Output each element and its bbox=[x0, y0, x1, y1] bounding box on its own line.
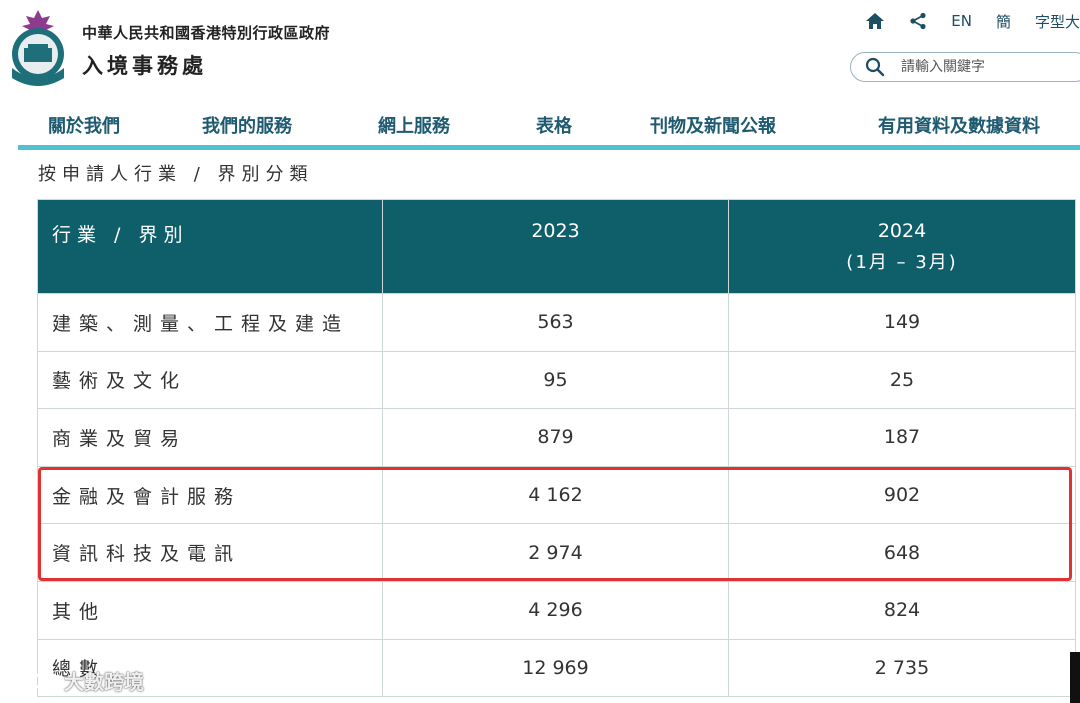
main-navigation: 關於我們 我們的服務 網上服務 表格 刊物及新聞公報 有用資料及數據資料 bbox=[18, 104, 1080, 150]
table-row: 其他 4 296 824 bbox=[37, 580, 1076, 640]
row-value-2023: 95 bbox=[382, 350, 729, 410]
search-icon[interactable] bbox=[865, 57, 885, 77]
row-value-2024: 824 bbox=[728, 580, 1076, 640]
row-value-2024: 648 bbox=[728, 523, 1076, 582]
language-simplified-link[interactable]: 簡 bbox=[984, 11, 1023, 32]
row-value-2023: 879 bbox=[382, 408, 729, 467]
font-size-link[interactable]: 字型大 bbox=[1023, 11, 1080, 32]
watermark: 大數跨境 bbox=[8, 666, 144, 695]
header-2023: 2023 bbox=[382, 199, 729, 294]
row-sector: 建築、測量、工程及建造 bbox=[37, 293, 383, 352]
department-name[interactable]: 入境事務處 bbox=[82, 50, 207, 80]
share-icon[interactable] bbox=[897, 12, 939, 30]
header-2024-year: 2024 bbox=[877, 220, 927, 242]
site-header: 中華人民共和國香港特別行政區政府 入境事務處 EN 簡 字型大 bbox=[0, 0, 1080, 98]
table-row: 藝術及文化 95 25 bbox=[37, 350, 1076, 410]
nav-useful-information[interactable]: 有用資料及數據資料 bbox=[878, 112, 1040, 138]
row-value-2023: 2 974 bbox=[382, 523, 729, 582]
row-sector: 資訊科技及電訊 bbox=[37, 523, 383, 582]
table-row: 商業及貿易 879 187 bbox=[37, 408, 1076, 467]
sector-statistics-table: 行業 / 界別 2023 2024 (1月 – 3月) 建築、測量、工程及建造 … bbox=[37, 199, 1076, 698]
header-2024: 2024 (1月 – 3月) bbox=[728, 199, 1076, 294]
table-row: 資訊科技及電訊 2 974 648 bbox=[37, 523, 1076, 582]
header-sector: 行業 / 界別 bbox=[37, 199, 383, 294]
search-input[interactable] bbox=[901, 59, 1080, 75]
nav-about-us[interactable]: 關於我們 bbox=[48, 112, 120, 138]
table-row: 金融及會計服務 4 162 902 bbox=[37, 465, 1076, 525]
watermark-text: 大數跨境 bbox=[64, 670, 144, 694]
table-row: 建築、測量、工程及建造 563 149 bbox=[37, 293, 1076, 352]
row-value-2024: 187 bbox=[728, 408, 1076, 467]
top-utility-links: EN 簡 字型大 bbox=[853, 8, 1080, 34]
header-2024-period: (1月 – 3月) bbox=[846, 252, 958, 273]
row-sector: 藝術及文化 bbox=[37, 350, 383, 410]
nav-our-services[interactable]: 我們的服務 bbox=[202, 112, 292, 138]
row-value-2024: 2 735 bbox=[728, 638, 1076, 698]
nav-publications-press[interactable]: 刊物及新聞公報 bbox=[650, 112, 776, 138]
row-value-2024: 149 bbox=[728, 293, 1076, 352]
row-sector: 金融及會計服務 bbox=[37, 465, 383, 525]
table-row-total: 總數 12 969 2 735 bbox=[37, 638, 1076, 698]
search-box[interactable] bbox=[850, 52, 1080, 82]
page-title: 按申請人行業 / 界別分類 bbox=[38, 164, 314, 185]
government-name: 中華人民共和國香港特別行政區政府 bbox=[82, 24, 331, 42]
department-emblem-icon[interactable] bbox=[6, 8, 70, 86]
table-header-row: 行業 / 界別 2023 2024 (1月 – 3月) bbox=[37, 199, 1076, 294]
nav-forms[interactable]: 表格 bbox=[536, 112, 572, 138]
row-value-2023: 4 162 bbox=[382, 465, 729, 525]
row-value-2024: 902 bbox=[728, 465, 1076, 525]
row-value-2023: 4 296 bbox=[382, 580, 729, 640]
row-value-2023: 12 969 bbox=[382, 638, 729, 698]
row-value-2024: 25 bbox=[728, 350, 1076, 410]
row-value-2023: 563 bbox=[382, 293, 729, 352]
watermark-logo-icon bbox=[10, 671, 60, 689]
home-icon[interactable] bbox=[853, 12, 897, 30]
language-english-link[interactable]: EN bbox=[939, 12, 984, 30]
page-edge-scrollbar[interactable] bbox=[1070, 652, 1080, 703]
row-sector: 商業及貿易 bbox=[37, 408, 383, 467]
nav-online-services[interactable]: 網上服務 bbox=[378, 112, 450, 138]
row-sector: 其他 bbox=[37, 580, 383, 640]
